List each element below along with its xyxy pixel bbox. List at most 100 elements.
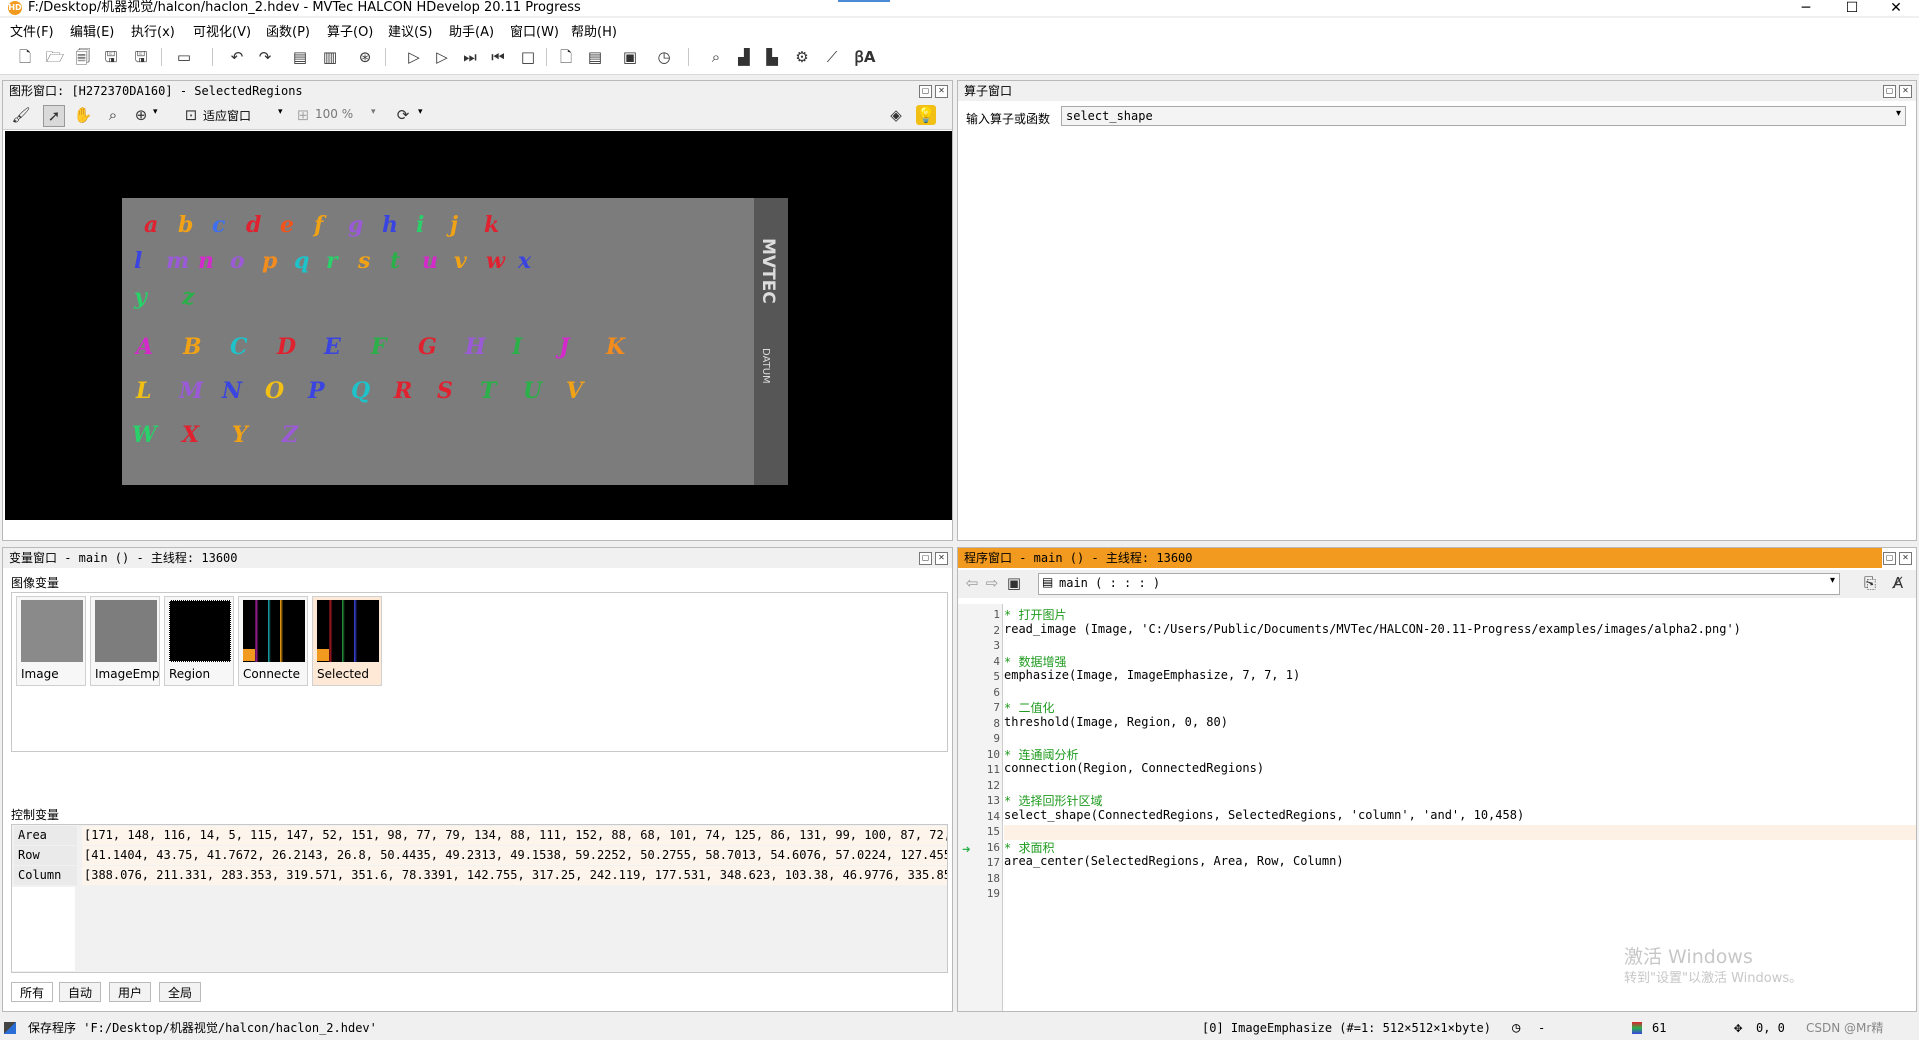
- layers-icon[interactable]: ◈: [886, 105, 906, 125]
- timer-icon[interactable]: ◷: [1512, 1016, 1520, 1040]
- menu-visualize[interactable]: 可视化(V): [193, 21, 251, 40]
- code-comment-line[interactable]: * 连通阈分析: [1004, 746, 1078, 763]
- operator-input[interactable]: select_shape ▾: [1061, 106, 1906, 126]
- close-icon[interactable]: ✕: [1873, 0, 1919, 16]
- code-line[interactable]: connection(Region, ConnectedRegions): [1004, 761, 1264, 775]
- code-comment-line[interactable]: * 选择回形针区域: [1004, 792, 1102, 809]
- image-var-thumb[interactable]: Connecte: [238, 596, 308, 686]
- menu-assistants[interactable]: 助手(A): [449, 21, 494, 40]
- clear-formatting-icon[interactable]: A̸: [1888, 573, 1908, 593]
- save-icon[interactable]: 🖫: [131, 47, 151, 67]
- chevron-down-icon[interactable]: ▾: [418, 107, 423, 117]
- control-var-row[interactable]: Row [41.1404, 43.75, 41.7672, 26.2143, 2…: [12, 846, 947, 865]
- image-var-thumb[interactable]: Image: [16, 596, 86, 686]
- code-line[interactable]: emphasize(Image, ImageEmphasize, 7, 7, 1…: [1004, 668, 1300, 682]
- feature-inspection-icon[interactable]: ⚙: [792, 47, 812, 67]
- tab-all[interactable]: 所有: [11, 982, 54, 1002]
- code-line[interactable]: select_shape(ConnectedRegions, SelectedR…: [1004, 808, 1524, 822]
- fit-window-icon[interactable]: ⊡: [181, 105, 201, 125]
- image-var-thumb[interactable]: ImageEmp: [90, 596, 160, 686]
- tab-global[interactable]: 全局: [159, 982, 202, 1002]
- fit-window-label[interactable]: 适应窗口: [203, 107, 251, 124]
- menu-edit[interactable]: 编辑(E): [70, 21, 114, 40]
- menu-execute[interactable]: 执行(x): [131, 21, 175, 40]
- image-var-thumb[interactable]: Selected: [312, 596, 382, 686]
- feature-histogram-icon[interactable]: ▙: [762, 47, 782, 67]
- chevron-down-icon[interactable]: ▾: [1830, 575, 1835, 586]
- new-file-icon[interactable]: 🗋: [15, 47, 35, 67]
- open-file-icon[interactable]: 🗁: [45, 47, 65, 67]
- pan-hand-icon[interactable]: ✋: [73, 105, 93, 125]
- panel-close-icon[interactable]: ✕: [1899, 552, 1912, 565]
- ocr-icon[interactable]: ꞵA: [852, 47, 878, 67]
- line-profile-icon[interactable]: ⟋: [822, 47, 842, 67]
- insert-code-icon[interactable]: ▤: [290, 47, 310, 67]
- control-var-row[interactable]: Area [171, 148, 116, 14, 5, 115, 147, 52…: [12, 826, 947, 845]
- chevron-down-icon[interactable]: ▾: [278, 107, 283, 117]
- panel-close-icon[interactable]: ✕: [935, 552, 948, 565]
- code-line[interactable]: threshold(Image, Region, 0, 80): [1004, 715, 1228, 729]
- zoom-in-icon[interactable]: ⊕: [131, 105, 151, 125]
- chevron-down-icon[interactable]: ▾: [1896, 108, 1901, 119]
- panel-close-icon[interactable]: ✕: [935, 85, 948, 98]
- run-icon[interactable]: ▷: [404, 47, 424, 67]
- delete-code-icon[interactable]: ▥: [320, 47, 340, 67]
- zoom-grid-icon[interactable]: ⊞: [293, 105, 313, 125]
- record-video-icon[interactable]: ▭: [174, 47, 194, 67]
- procedure-list-icon[interactable]: ▣: [1004, 573, 1024, 593]
- zoom-level[interactable]: 100 %: [315, 107, 353, 121]
- menu-operators[interactable]: 算子(O): [327, 21, 373, 40]
- code-comment-line[interactable]: * 数据增强: [1004, 653, 1066, 670]
- code-line[interactable]: area_center(SelectedRegions, Area, Row, …: [1004, 854, 1344, 868]
- restore-icon[interactable]: ▢: [919, 85, 932, 98]
- restore-icon[interactable]: ▢: [1883, 85, 1896, 98]
- image-acquisition-icon[interactable]: ▣: [620, 47, 640, 67]
- zoom-window-icon[interactable]: ⌕: [706, 47, 726, 67]
- undo-icon[interactable]: ↶: [227, 47, 247, 67]
- image-thumbnail: [95, 600, 157, 662]
- lightbulb-icon[interactable]: 💡: [916, 105, 936, 125]
- step-into-icon[interactable]: ⏭: [460, 47, 480, 67]
- redo-icon[interactable]: ↷: [255, 47, 275, 67]
- code-comment-line[interactable]: * 打开图片: [1004, 606, 1066, 623]
- chevron-down-icon[interactable]: ▾: [371, 107, 376, 117]
- back-arrow-icon[interactable]: ⇦: [962, 573, 982, 593]
- procedure-selector[interactable]: ▤ main ( : : : ) ▾: [1038, 573, 1840, 595]
- reset-all-icon[interactable]: ▤: [585, 47, 605, 67]
- edit-interface-icon[interactable]: ⎘: [1860, 573, 1880, 593]
- image-var-thumb[interactable]: Region: [164, 596, 234, 686]
- menu-window[interactable]: 窗口(W): [510, 21, 559, 40]
- code-line[interactable]: read_image (Image, 'C:/Users/Public/Docu…: [1004, 622, 1741, 636]
- stop-icon[interactable]: □: [518, 47, 538, 67]
- restore-icon[interactable]: ▢: [919, 552, 932, 565]
- image-canvas[interactable]: MVTEC DATUM abcdefghijklmnopqrstuvwxyzAB…: [5, 131, 952, 520]
- open-recent-icon[interactable]: 🗐: [73, 47, 93, 67]
- tab-user[interactable]: 用户: [109, 982, 152, 1002]
- minimize-icon[interactable]: ─: [1783, 0, 1829, 16]
- step-over-icon[interactable]: ▷: [432, 47, 452, 67]
- pointer-icon[interactable]: ➚: [43, 105, 65, 127]
- code-comment-line[interactable]: * 二值化: [1004, 699, 1054, 716]
- save-disabled-icon[interactable]: 🖫: [101, 47, 121, 67]
- code-comment-line[interactable]: * 求面积: [1004, 839, 1054, 856]
- step-out-icon[interactable]: ⏮: [488, 47, 508, 67]
- panel-close-icon[interactable]: ✕: [1899, 85, 1912, 98]
- draw-shape-icon[interactable]: ⟳: [393, 105, 413, 125]
- menu-procedures[interactable]: 函数(P): [266, 21, 310, 40]
- find-icon[interactable]: ⊛: [355, 47, 375, 67]
- chevron-down-icon[interactable]: ▾: [153, 107, 158, 117]
- forward-arrow-icon[interactable]: ⇨: [982, 573, 1002, 593]
- maximize-icon[interactable]: ☐: [1829, 0, 1875, 16]
- code-editor[interactable]: ➜ 1 2 3 4 5 6 7 8 9 10 11 12 13 14 15 16 17 18 19 * 打开图片 re…: [958, 604, 1916, 1011]
- brush-icon[interactable]: 🖌: [11, 105, 31, 125]
- magnify-icon[interactable]: ⌕: [103, 105, 123, 125]
- control-var-row[interactable]: Column [388.076, 211.331, 283.353, 319.5…: [12, 866, 947, 885]
- menu-file[interactable]: 文件(F): [10, 21, 54, 40]
- gray-histogram-icon[interactable]: ▟: [734, 47, 754, 67]
- restore-icon[interactable]: ▢: [1883, 552, 1896, 565]
- tab-auto[interactable]: 自动: [59, 982, 102, 1002]
- menu-help[interactable]: 帮助(H): [571, 21, 617, 40]
- reset-program-icon[interactable]: 🗋: [556, 47, 576, 67]
- menu-suggestions[interactable]: 建议(S): [388, 21, 432, 40]
- profiler-icon[interactable]: ◷: [654, 47, 674, 67]
